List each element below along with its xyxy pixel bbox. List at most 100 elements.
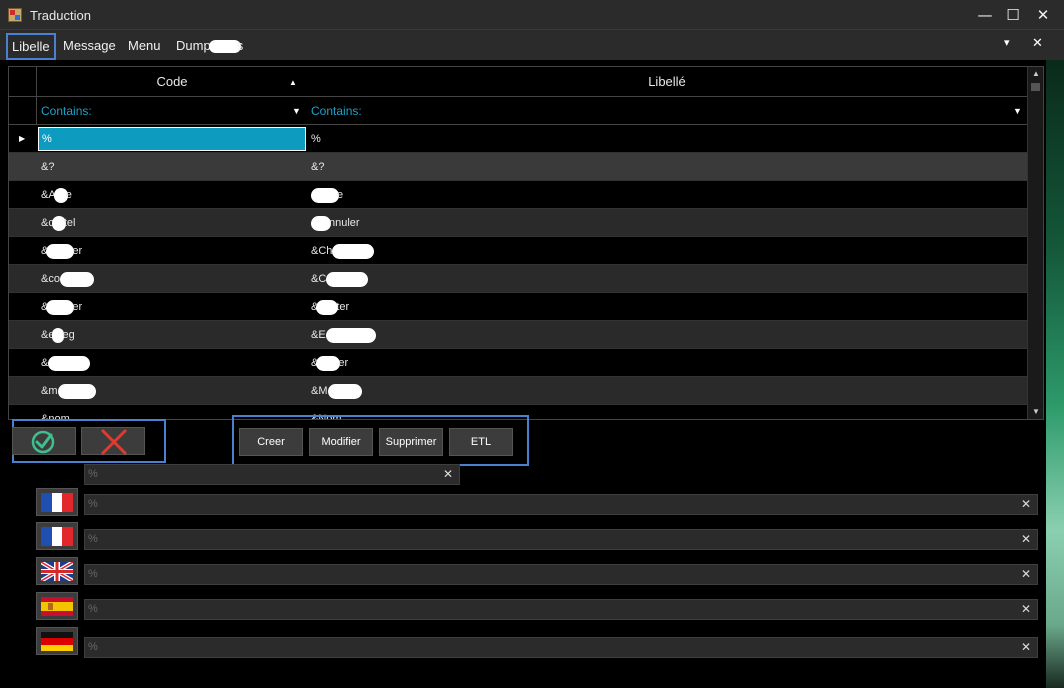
table-row[interactable]: & & er	[9, 349, 1027, 377]
close-tab-icon[interactable]: ✕	[1032, 36, 1043, 51]
flag-france-button[interactable]	[36, 488, 78, 516]
cell-code[interactable]: &?	[37, 153, 307, 181]
row-selector-header	[9, 67, 37, 97]
menu-dump[interactable]: Dump s	[176, 38, 244, 54]
scroll-up-icon[interactable]: ▲	[1028, 67, 1043, 81]
translation-field-fr[interactable]: % ✕	[84, 494, 1038, 515]
cell-libelle-text: &Ch	[311, 245, 333, 257]
code-field[interactable]: % ✕	[84, 464, 460, 485]
table-row[interactable]: &e eg &E	[9, 321, 1027, 349]
modify-button[interactable]: Modifier	[309, 428, 373, 456]
grid-header: Code ▲ Libellé	[9, 67, 1027, 97]
table-row[interactable]: &? &?	[9, 153, 1027, 181]
france-flag-icon	[41, 527, 73, 546]
clear-icon[interactable]: ✕	[1021, 532, 1031, 546]
clear-icon[interactable]: ✕	[1021, 567, 1031, 581]
clear-icon[interactable]: ✕	[1021, 497, 1031, 511]
redaction-mark	[311, 215, 331, 231]
scroll-thumb[interactable]	[1031, 83, 1040, 91]
table-row[interactable]: &co &C	[9, 265, 1027, 293]
table-row[interactable]: &m &M	[9, 377, 1027, 405]
filter-row: Contains: ▼ Contains: ▼	[9, 97, 1027, 125]
cell-libelle[interactable]: & ter	[307, 293, 1027, 321]
redaction-mark	[57, 383, 96, 399]
translation-field-en[interactable]: % ✕	[84, 564, 1038, 585]
cell-code[interactable]: &m	[37, 377, 307, 405]
clear-icon[interactable]: ✕	[443, 467, 453, 481]
table-row[interactable]: &A e e	[9, 181, 1027, 209]
minimize-button[interactable]: —	[972, 4, 998, 26]
menu-menu[interactable]: Menu	[128, 38, 161, 53]
translation-field-es[interactable]: % ✕	[84, 599, 1038, 620]
cell-libelle[interactable]: &?	[307, 153, 1027, 181]
filter-libelle[interactable]: Contains:	[307, 97, 1027, 125]
cell-libelle[interactable]: e	[307, 181, 1027, 209]
close-window-button[interactable]: ✕	[1030, 4, 1056, 26]
menu-dump-suffix: s	[236, 38, 244, 53]
pin-icon[interactable]: ▾	[1004, 36, 1010, 49]
cell-code[interactable]: &e eg	[37, 321, 307, 349]
cell-libelle[interactable]: &M	[307, 377, 1027, 405]
redaction-mark	[332, 243, 375, 259]
cell-libelle[interactable]: & er	[307, 349, 1027, 377]
translation-field-fr-2[interactable]: % ✕	[84, 529, 1038, 550]
flag-uk-button[interactable]	[36, 557, 78, 585]
table-row[interactable]: &c tel nnuler	[9, 209, 1027, 237]
cell-libelle[interactable]: nnuler	[307, 209, 1027, 237]
code-edit-cell[interactable]: %	[38, 127, 306, 151]
redaction-mark	[326, 271, 369, 287]
table-row[interactable]: & er &Ch	[9, 237, 1027, 265]
cell-code-tail: e	[65, 189, 72, 201]
cell-code[interactable]: & er	[37, 293, 307, 321]
cell-libelle[interactable]: %	[307, 125, 1027, 153]
etl-button[interactable]: ETL	[449, 428, 513, 456]
filter-funnel-icon[interactable]: ▼	[1013, 106, 1022, 116]
cell-libelle[interactable]: &E	[307, 321, 1027, 349]
cell-libelle[interactable]: &C	[307, 265, 1027, 293]
redaction-mark	[46, 243, 75, 259]
clear-icon[interactable]: ✕	[1021, 640, 1031, 654]
checkmark-icon	[31, 430, 55, 454]
scroll-down-icon[interactable]: ▼	[1028, 405, 1043, 419]
translation-field-value: %	[88, 641, 98, 653]
column-header-libelle[interactable]: Libellé	[307, 67, 1027, 97]
cancel-button[interactable]	[81, 427, 145, 455]
redaction-mark	[325, 327, 376, 343]
maximize-button[interactable]: ☐	[1000, 4, 1026, 26]
column-header-code[interactable]: Code	[37, 67, 307, 97]
delete-button[interactable]: Supprimer	[379, 428, 443, 456]
cell-code[interactable]: &	[37, 349, 307, 377]
redaction-mark	[46, 299, 75, 315]
cell-code[interactable]: &A e	[37, 181, 307, 209]
redaction-mark	[48, 355, 91, 371]
cell-libelle-text: &M	[311, 385, 328, 397]
filter-funnel-icon[interactable]: ▼	[292, 106, 301, 116]
cell-code[interactable]: &co	[37, 265, 307, 293]
clear-icon[interactable]: ✕	[1021, 602, 1031, 616]
cross-icon	[101, 429, 127, 455]
flag-france-button[interactable]	[36, 522, 78, 550]
table-row[interactable]: & er & ter	[9, 293, 1027, 321]
filter-code[interactable]: Contains:	[37, 97, 307, 125]
redaction-mark	[311, 187, 339, 203]
code-field-value: %	[88, 468, 98, 480]
translation-field-value: %	[88, 603, 98, 615]
flag-spain-button[interactable]	[36, 592, 78, 620]
uk-flag-icon	[41, 562, 73, 581]
cell-code[interactable]: & er	[37, 237, 307, 265]
cell-code-text: &m	[41, 385, 58, 397]
desktop-background	[1046, 60, 1064, 688]
flag-germany-button[interactable]	[36, 627, 78, 655]
confirm-button[interactable]	[12, 427, 76, 455]
cell-code-tail: er	[72, 301, 83, 313]
create-button[interactable]: Creer	[239, 428, 303, 456]
menu-libelle[interactable]: Libelle	[6, 33, 56, 60]
cell-libelle[interactable]: &Ch	[307, 237, 1027, 265]
translation-field-de[interactable]: % ✕	[84, 637, 1038, 658]
table-row[interactable]: ▶ % %	[9, 125, 1027, 153]
menu-message[interactable]: Message	[63, 38, 116, 53]
vertical-scrollbar[interactable]: ▲ ▼	[1027, 67, 1043, 419]
cell-code-text: &co	[41, 273, 60, 285]
cell-code[interactable]: &c tel	[37, 209, 307, 237]
sort-ascending-icon[interactable]: ▲	[289, 78, 297, 87]
